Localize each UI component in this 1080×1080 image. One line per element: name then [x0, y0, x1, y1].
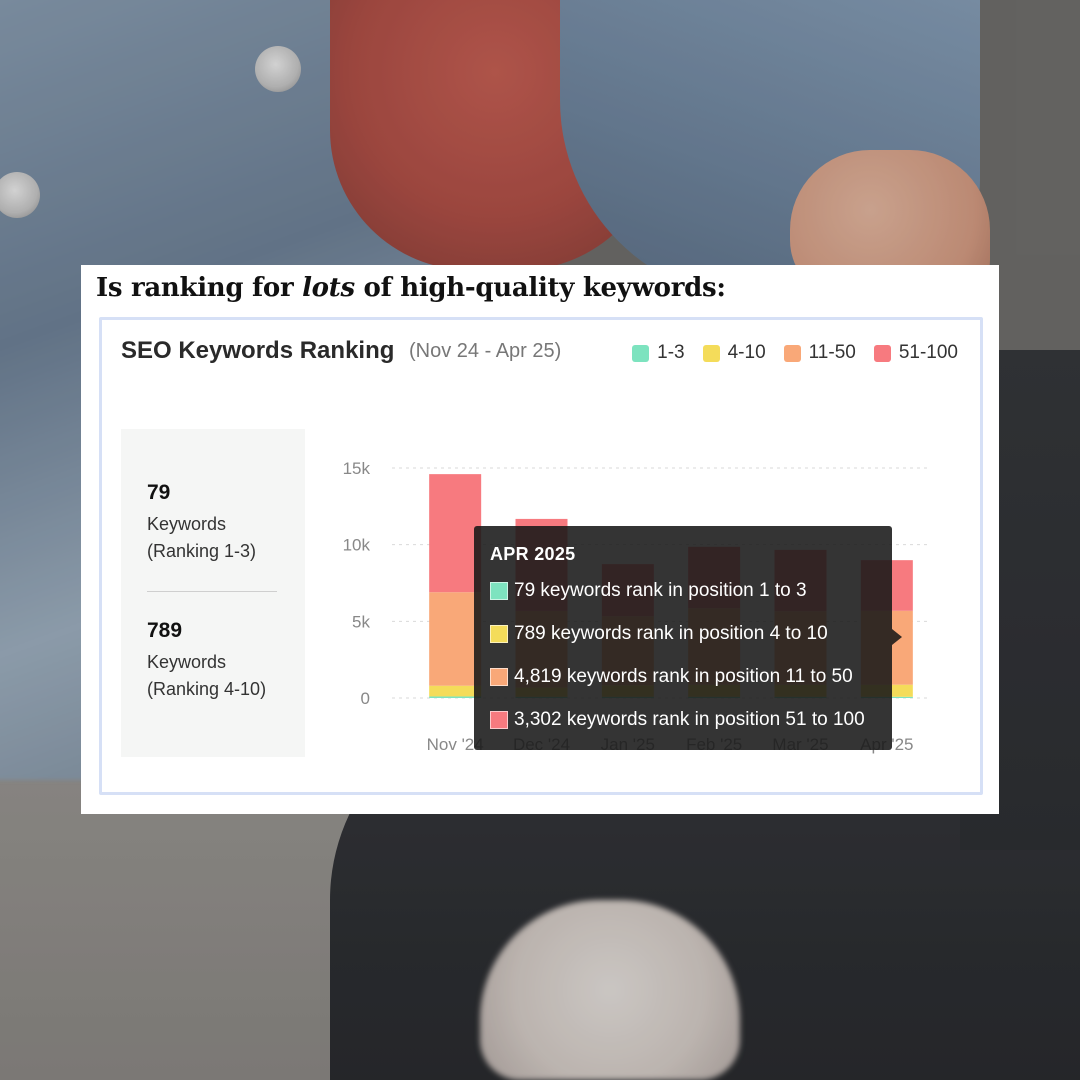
- tooltip-text: 4,819 keywords rank in position 11 to 50: [514, 666, 853, 687]
- tooltip-row: 79 keywords rank in position 1 to 3: [490, 580, 807, 602]
- legend-swatch: [702, 344, 720, 362]
- chart-subtitle: (Nov 24 - Apr 25): [409, 340, 562, 362]
- tooltip-swatch: [490, 711, 508, 729]
- tooltip-row: 3,302 keywords rank in position 51 to 10…: [490, 709, 865, 731]
- y-tick-label: 15k: [343, 459, 371, 478]
- tooltip-title: APR 2025: [490, 544, 576, 564]
- legend-item[interactable]: 4-10: [702, 342, 766, 364]
- tooltip-text: 79 keywords rank in position 1 to 3: [514, 580, 807, 601]
- legend-label: 51-100: [898, 342, 958, 363]
- legend-item[interactable]: 11-50: [783, 342, 856, 364]
- stat-label: Keywords (Ranking 1-3): [147, 511, 256, 565]
- tooltip-swatch: [490, 668, 508, 686]
- chart-title: SEO Keywords Ranking: [121, 337, 395, 364]
- tooltip-swatch: [490, 582, 508, 600]
- y-tick-label: 5k: [352, 612, 370, 631]
- stat-label: Keywords (Ranking 4-10): [147, 649, 266, 703]
- stats-divider: [147, 591, 277, 592]
- tooltip-swatch: [490, 625, 508, 643]
- legend-swatch: [783, 344, 801, 362]
- tooltip-text: 3,302 keywords rank in position 51 to 10…: [514, 709, 865, 730]
- stat-label-line: (Ranking 1-3): [147, 541, 257, 561]
- tooltip-row: 789 keywords rank in position 4 to 10: [490, 623, 828, 645]
- stat-value: 789: [147, 619, 183, 642]
- chart-card: Is ranking for lots of high-quality keyw…: [81, 265, 999, 814]
- chart-legend: 1-3 4-10 11-50 51-100: [632, 342, 958, 364]
- tooltip-text: 789 keywords rank in position 4 to 10: [514, 623, 828, 644]
- headline: Is ranking for lots of high-quality keyw…: [96, 273, 726, 303]
- legend-item[interactable]: 1-3: [632, 342, 685, 364]
- stat-top-3: 79 Keywords (Ranking 1-3): [147, 481, 256, 565]
- headline-emphasis: lots: [302, 273, 355, 303]
- headline-suffix: of high-quality keywords:: [354, 273, 726, 303]
- y-tick-label: 10k: [343, 536, 371, 555]
- stat-top-10: 789 Keywords (Ranking 4-10): [147, 619, 266, 703]
- legend-swatch: [632, 344, 650, 362]
- chart-frame: SEO Keywords Ranking (Nov 24 - Apr 25) 1…: [99, 317, 983, 795]
- legend-label: 1-3: [657, 342, 685, 363]
- stat-value: 79: [147, 481, 171, 504]
- legend-item[interactable]: 51-100: [873, 342, 958, 364]
- headline-prefix: Is ranking for: [96, 273, 303, 303]
- stat-label-line: (Ranking 4-10): [147, 679, 267, 699]
- legend-swatch: [873, 344, 891, 362]
- stat-label-line: Keywords: [147, 652, 227, 672]
- stat-label-line: Keywords: [147, 514, 227, 534]
- chart-tooltip: APR 2025 79 keywords rank in position 1 …: [474, 526, 902, 750]
- legend-label: 4-10: [727, 342, 766, 363]
- stats-panel: 79 Keywords (Ranking 1-3) 789 Keywords (…: [121, 429, 305, 757]
- y-tick-label: 0: [361, 689, 370, 708]
- tooltip-row: 4,819 keywords rank in position 11 to 50: [490, 666, 853, 688]
- legend-label: 11-50: [808, 342, 856, 363]
